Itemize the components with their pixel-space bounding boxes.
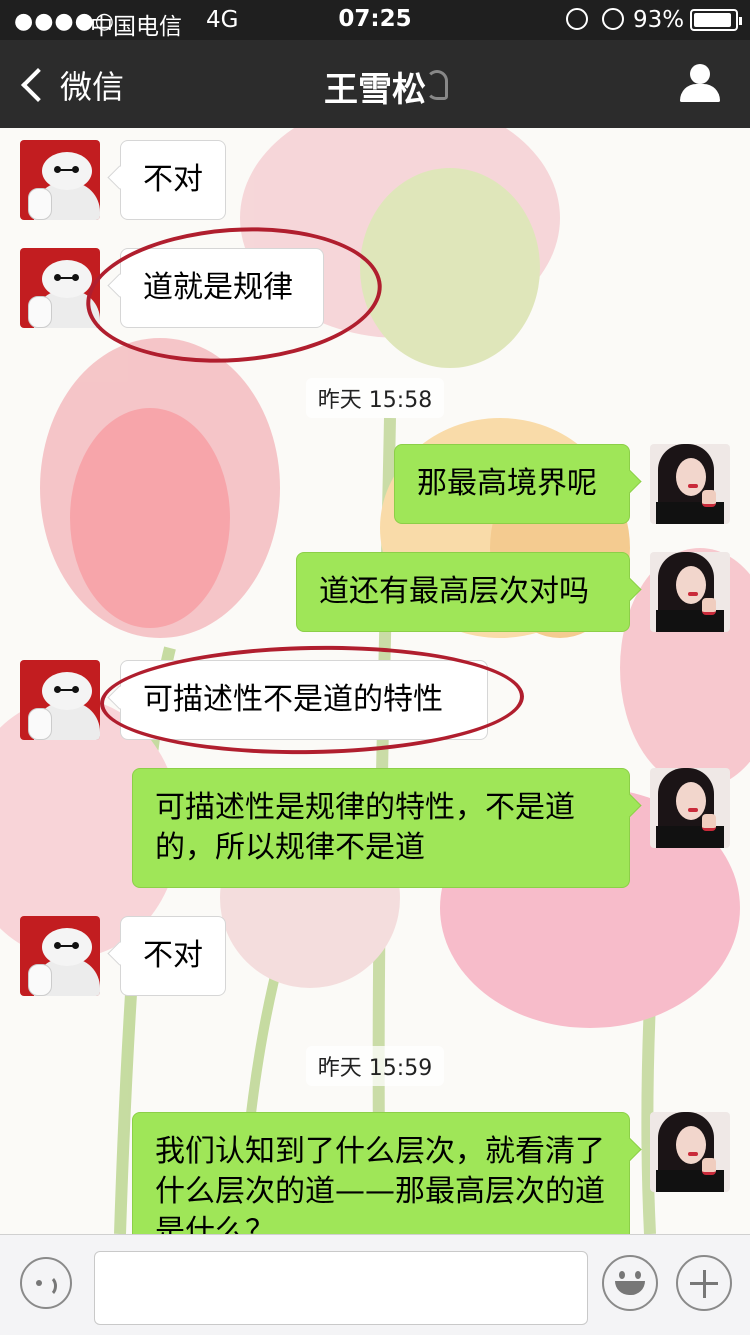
chat-bubble[interactable]: 不对 bbox=[120, 140, 226, 220]
girl-avatar-lips bbox=[688, 484, 698, 488]
input-bar bbox=[0, 1234, 750, 1335]
girl-avatar-hand bbox=[702, 814, 716, 831]
chat-bubble[interactable]: 不对 bbox=[120, 916, 226, 996]
profile-icon-head bbox=[690, 64, 710, 84]
timestamp: 昨天 15:59 bbox=[0, 1046, 750, 1086]
girl-avatar[interactable] bbox=[650, 444, 730, 524]
battery-percent: 93% bbox=[633, 7, 685, 33]
robot-avatar-head bbox=[42, 152, 92, 190]
chat-bubble[interactable]: 可描述性是规律的特性，不是道的，所以规律不是道 bbox=[132, 768, 630, 888]
battery-icon bbox=[690, 9, 742, 31]
chat-bubble[interactable]: 道就是规律 bbox=[120, 248, 324, 328]
battery-fill bbox=[694, 13, 731, 27]
robot-avatar-head bbox=[42, 928, 92, 966]
robot-avatar[interactable] bbox=[20, 916, 100, 996]
battery-nub bbox=[739, 17, 742, 25]
alarm-icon bbox=[602, 8, 624, 30]
girl-avatar[interactable] bbox=[650, 768, 730, 848]
girl-avatar-face bbox=[676, 1126, 706, 1164]
chat-bubble[interactable]: 可描述性不是道的特性 bbox=[120, 660, 488, 740]
girl-avatar-hand bbox=[702, 490, 716, 507]
status-bar: ●●●●○ 中国电信 4G 07:25 93% bbox=[0, 0, 750, 40]
emoji-icon-eye bbox=[619, 1271, 625, 1279]
robot-avatar-eye-line bbox=[58, 945, 74, 947]
earpiece-mode-icon bbox=[426, 70, 448, 100]
robot-avatar-head bbox=[42, 260, 92, 298]
robot-avatar-eye-line bbox=[58, 689, 74, 691]
emoji-icon[interactable] bbox=[602, 1255, 658, 1311]
robot-avatar[interactable] bbox=[20, 248, 100, 328]
girl-avatar-lips bbox=[688, 1152, 698, 1156]
robot-avatar-eye-line bbox=[58, 277, 74, 279]
girl-avatar-hand bbox=[702, 598, 716, 615]
message-input[interactable] bbox=[94, 1251, 588, 1325]
robot-avatar-hand bbox=[28, 296, 52, 328]
rotation-lock-icon bbox=[566, 8, 588, 30]
robot-avatar-hand bbox=[28, 964, 52, 996]
girl-avatar[interactable] bbox=[650, 552, 730, 632]
timestamp: 昨天 15:58 bbox=[0, 378, 750, 418]
chat-title: 王雪松 bbox=[324, 70, 426, 110]
girl-avatar[interactable] bbox=[650, 1112, 730, 1192]
emoji-icon-eye bbox=[635, 1271, 641, 1279]
girl-avatar-hand bbox=[702, 1158, 716, 1175]
girl-avatar-face bbox=[676, 458, 706, 496]
voice-icon-wave bbox=[38, 1275, 57, 1297]
chat-bubble[interactable]: 道还有最高层次对吗 bbox=[296, 552, 630, 632]
robot-avatar[interactable] bbox=[20, 660, 100, 740]
robot-avatar-head bbox=[42, 672, 92, 710]
girl-avatar-face bbox=[676, 782, 706, 820]
voice-icon[interactable] bbox=[20, 1257, 72, 1309]
timestamp-text: 昨天 15:59 bbox=[305, 1046, 445, 1086]
girl-avatar-face bbox=[676, 566, 706, 604]
robot-avatar-eye-line bbox=[58, 169, 74, 171]
chat-area[interactable]: 不对 道就是规律 昨天 15:58 那最高境界呢 道还有最高层次对吗 可描述性不… bbox=[0, 128, 750, 1234]
robot-avatar-hand bbox=[28, 188, 52, 220]
emoji-icon-mouth bbox=[615, 1281, 645, 1295]
girl-avatar-lips bbox=[688, 592, 698, 596]
nav-bar: 微信 王雪松 bbox=[0, 40, 750, 128]
timestamp-text: 昨天 15:58 bbox=[305, 378, 445, 418]
robot-avatar[interactable] bbox=[20, 140, 100, 220]
profile-icon[interactable] bbox=[680, 64, 720, 104]
profile-icon-body bbox=[680, 84, 720, 102]
chat-bubble[interactable]: 那最高境界呢 bbox=[394, 444, 630, 524]
plus-icon-bar bbox=[702, 1270, 706, 1298]
robot-avatar-hand bbox=[28, 708, 52, 740]
chat-bubble[interactable]: 我们认知到了什么层次，就看清了什么层次的道——那最高层次的道是什么？ bbox=[132, 1112, 630, 1234]
girl-avatar-lips bbox=[688, 808, 698, 812]
plus-icon[interactable] bbox=[676, 1255, 732, 1311]
